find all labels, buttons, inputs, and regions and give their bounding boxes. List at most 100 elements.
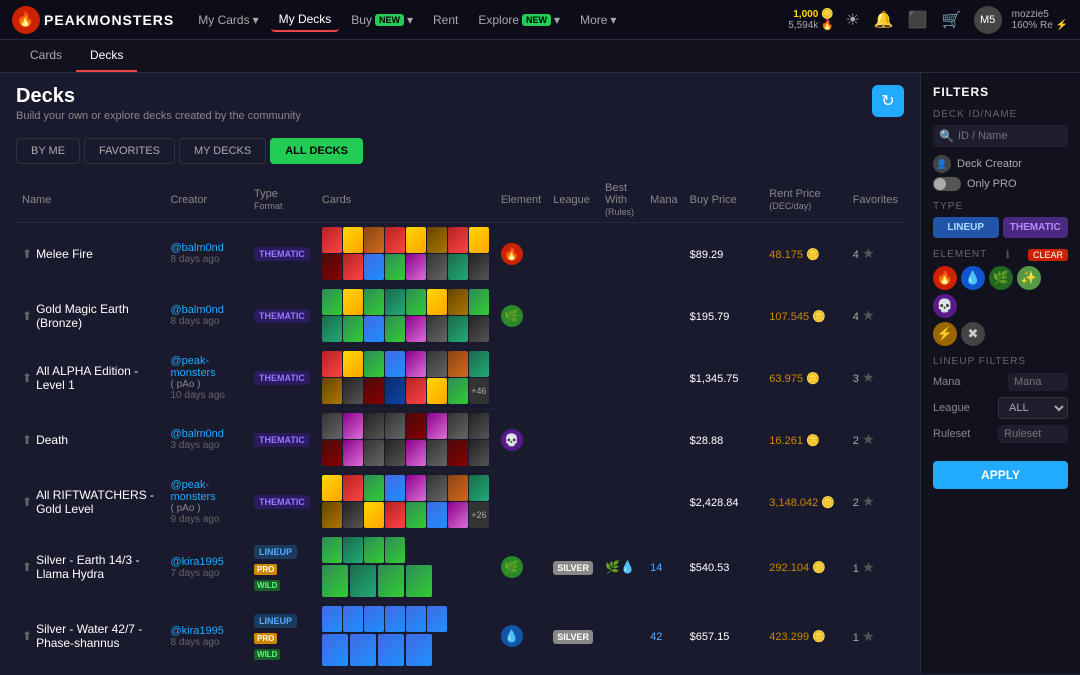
favorite-star-icon[interactable]: ★ bbox=[862, 559, 875, 575]
league-select[interactable]: ALL Bronze Silver Gold Diamond Champion bbox=[998, 397, 1068, 419]
cart-icon[interactable]: 🛒 bbox=[940, 8, 964, 32]
share-icon[interactable]: ⬆ bbox=[22, 629, 32, 643]
share-icon[interactable]: ⬆ bbox=[22, 247, 32, 261]
nav-explore[interactable]: Explore NEW ▾ bbox=[470, 9, 568, 31]
card-thumbnail bbox=[448, 475, 468, 501]
nav-my-cards[interactable]: My Cards ▾ bbox=[190, 9, 266, 31]
element-earth-btn[interactable]: 🌿 bbox=[989, 266, 1013, 290]
buy-price-value: $89.29 bbox=[690, 249, 724, 261]
table-row[interactable]: ⬆ Silver - Death 13/7 - Witherstorm (Myl… bbox=[16, 671, 904, 674]
share-icon[interactable]: ⬆ bbox=[22, 495, 32, 509]
layers-icon[interactable]: ⬛ bbox=[906, 8, 930, 32]
tab-all-decks[interactable]: ALL DECKS bbox=[270, 138, 363, 164]
nav-more[interactable]: More ▾ bbox=[572, 9, 624, 31]
table-row[interactable]: ⬆ Melee Fire @balm0nd8 days agoTHEMATIC🔥… bbox=[16, 223, 904, 285]
mana-input[interactable] bbox=[1008, 373, 1068, 391]
share-icon[interactable]: ⬆ bbox=[22, 309, 32, 323]
tab-favorites[interactable]: FAVORITES bbox=[84, 138, 175, 164]
card-thumbnail bbox=[448, 254, 468, 280]
card-thumbnail bbox=[385, 351, 405, 377]
element-filter-row: ELEMENT ℹ CLEAR bbox=[933, 248, 1068, 261]
tab-decks[interactable]: Decks bbox=[76, 40, 137, 72]
favorite-star-icon[interactable]: ★ bbox=[862, 245, 875, 261]
card-thumbnail bbox=[343, 413, 363, 439]
nav-buy[interactable]: Buy NEW ▾ bbox=[343, 9, 421, 31]
buy-price-value: $195.79 bbox=[690, 311, 730, 323]
card-thumbnail bbox=[448, 502, 468, 528]
col-buy-price: Buy Price bbox=[684, 178, 764, 223]
app-logo[interactable]: 🔥 PEAKMONSTERS bbox=[12, 6, 174, 34]
element-info-icon[interactable]: ℹ bbox=[1006, 248, 1010, 261]
nav-my-decks[interactable]: My Decks bbox=[271, 8, 340, 32]
tab-my-decks[interactable]: MY DECKS bbox=[179, 138, 266, 164]
element-dragon-btn[interactable]: ⚡ bbox=[933, 322, 957, 346]
share-icon[interactable]: ⬆ bbox=[22, 371, 32, 385]
favorite-star-icon[interactable]: ★ bbox=[862, 431, 875, 447]
element-water-btn[interactable]: 💧 bbox=[961, 266, 985, 290]
table-row[interactable]: ⬆ Silver - Earth 14/3 - Llama Hydra @kir… bbox=[16, 533, 904, 602]
favorite-star-icon[interactable]: ★ bbox=[862, 493, 875, 509]
col-mana: Mana bbox=[644, 178, 684, 223]
card-thumbnail bbox=[385, 475, 405, 501]
table-row[interactable]: ⬆ Silver - Water 42/7 - Phase-shannus @k… bbox=[16, 602, 904, 671]
page-header: Decks Build your own or explore decks cr… bbox=[16, 85, 904, 122]
pro-badge: PRO bbox=[254, 564, 277, 575]
card-thumbnail bbox=[343, 537, 363, 563]
card-thumbnail bbox=[406, 351, 426, 377]
share-icon[interactable]: ⬆ bbox=[22, 560, 32, 574]
favorites-count: 2 bbox=[853, 497, 859, 509]
tab-by-me[interactable]: BY ME bbox=[16, 138, 80, 164]
card-thumbnail bbox=[322, 351, 342, 377]
buy-price-value: $28.88 bbox=[690, 435, 724, 447]
card-thumbnail bbox=[385, 502, 405, 528]
card-thumbnail bbox=[322, 537, 342, 563]
refresh-button[interactable]: ↻ bbox=[872, 85, 904, 117]
card-thumbnail bbox=[427, 413, 447, 439]
card-thumbnail bbox=[364, 502, 384, 528]
type-lineup-btn[interactable]: LINEUP bbox=[933, 217, 999, 238]
favorite-star-icon[interactable]: ★ bbox=[862, 369, 875, 385]
element-life-btn[interactable]: ✨ bbox=[1017, 266, 1041, 290]
card-thumbnail bbox=[469, 316, 489, 342]
filters-title: FILTERS bbox=[933, 85, 1068, 99]
element-fire-btn[interactable]: 🔥 bbox=[933, 266, 957, 290]
only-pro-toggle[interactable]: Only PRO bbox=[933, 177, 1068, 191]
apply-button[interactable]: APPLY bbox=[933, 461, 1068, 489]
deck-name: All ALPHA Edition - Level 1 bbox=[36, 364, 158, 392]
col-rent-price: Rent Price(DEC/day) bbox=[763, 178, 846, 223]
favorite-star-icon[interactable]: ★ bbox=[862, 628, 875, 644]
card-thumbnail bbox=[343, 502, 363, 528]
toggle-bar[interactable] bbox=[933, 177, 961, 191]
card-thumbnail bbox=[364, 289, 384, 315]
card-thumbnail bbox=[322, 227, 342, 253]
page-subtitle: Build your own or explore decks created … bbox=[16, 110, 301, 122]
clear-element-btn[interactable]: CLEAR bbox=[1028, 249, 1068, 261]
element-section-title: ELEMENT bbox=[933, 249, 987, 260]
pro-badge: PRO bbox=[254, 633, 277, 644]
tab-cards[interactable]: Cards bbox=[16, 40, 76, 72]
card-thumbnail bbox=[406, 502, 426, 528]
table-row[interactable]: ⬆ Gold Magic Earth (Bronze) @balm0nd8 da… bbox=[16, 285, 904, 347]
card-thumbnail bbox=[427, 289, 447, 315]
element-neutral-btn[interactable]: ✖ bbox=[961, 322, 985, 346]
ruleset-input[interactable] bbox=[998, 425, 1068, 443]
favorite-star-icon[interactable]: ★ bbox=[862, 307, 875, 323]
nav-rent[interactable]: Rent bbox=[425, 9, 466, 31]
rent-price-value: 423.299 🪙 bbox=[769, 631, 826, 643]
theme-toggle-icon[interactable]: ☀ bbox=[844, 8, 862, 32]
share-icon[interactable]: ⬆ bbox=[22, 433, 32, 447]
table-row[interactable]: ⬆ Death @balm0nd3 days agoTHEMATIC💀$28.8… bbox=[16, 409, 904, 471]
type-thematic-btn[interactable]: THEMATIC bbox=[1003, 217, 1069, 238]
card-thumbnail bbox=[469, 475, 489, 501]
deck-id-input[interactable] bbox=[958, 130, 1062, 142]
user-avatar[interactable]: M5 bbox=[974, 6, 1002, 34]
creator-name: @peak-monsters bbox=[170, 355, 242, 379]
table-row[interactable]: ⬆ All RIFTWATCHERS - Gold Level @peak-mo… bbox=[16, 471, 904, 533]
card-thumbnail bbox=[343, 440, 363, 466]
table-row[interactable]: ⬆ All ALPHA Edition - Level 1 @peak-mons… bbox=[16, 347, 904, 409]
toggle-knob bbox=[934, 178, 946, 190]
element-death-btn[interactable]: 💀 bbox=[933, 294, 957, 318]
col-favorites: Favorites bbox=[847, 178, 904, 223]
league-filter-row: League ALL Bronze Silver Gold Diamond Ch… bbox=[933, 397, 1068, 419]
notifications-icon[interactable]: 🔔 bbox=[872, 8, 896, 32]
